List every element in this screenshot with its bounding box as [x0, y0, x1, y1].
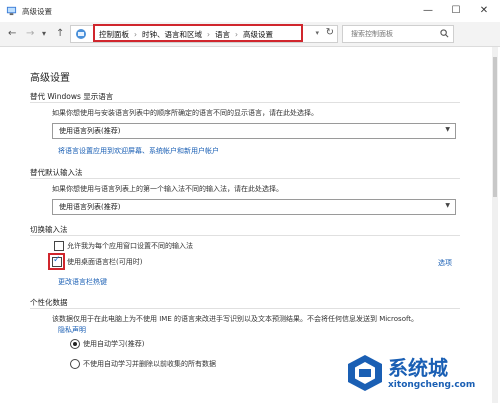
title-bar: 高级设置 — ☐ ✕ — [0, 0, 500, 23]
per-app-input-checkbox[interactable] — [54, 241, 64, 251]
up-button[interactable]: ↑ — [56, 26, 64, 42]
search-input[interactable] — [343, 27, 443, 41]
no-auto-learning-label[interactable]: 不使用自动学习并删除以前收集的所有数据 — [83, 359, 216, 369]
close-button[interactable]: ✕ — [470, 0, 498, 22]
section-heading-default-input: 替代默认输入法 — [30, 168, 83, 177]
checkmark-icon: ✓ — [53, 255, 61, 265]
breadcrumb: 控制面板 › 时钟、语言和区域 › 语言 › 高级设置 — [99, 29, 273, 40]
change-language-bar-hotkeys-link[interactable]: 更改语言栏热键 — [58, 277, 107, 287]
default-input-select-value: 使用语言列表(推荐) — [59, 203, 121, 211]
display-language-description: 如果你想使用与安装语言列表中的顺序所确定的语言不同的显示语言，请在此处选择。 — [52, 109, 318, 117]
maximize-button[interactable]: ☐ — [442, 0, 470, 22]
breadcrumb-separator: › — [207, 30, 210, 39]
search-icon[interactable] — [440, 29, 449, 38]
section-divider — [30, 235, 460, 236]
minimize-button[interactable]: — — [414, 0, 442, 22]
refresh-icon[interactable]: ↻ — [326, 27, 334, 38]
breadcrumb-item-control-panel[interactable]: 控制面板 — [99, 30, 129, 39]
language-bar-label[interactable]: 使用桌面语言栏(可用时) — [67, 257, 142, 267]
breadcrumb-separator: › — [134, 30, 137, 39]
search-box[interactable] — [342, 25, 454, 43]
personalization-description: 该数据仅用于在此电脑上为不使用 IME 的语言来改进手写识别以及文本预测结果。不… — [52, 315, 419, 323]
display-language-select[interactable]: 使用语言列表(推荐) ▼ — [52, 123, 456, 139]
section-heading-display-language: 替代 Windows 显示语言 — [30, 92, 114, 101]
privacy-statement-link[interactable]: 隐私声明 — [58, 325, 86, 335]
watermark-text: 系统城 — [388, 356, 448, 380]
chevron-down-icon: ▼ — [445, 126, 450, 133]
section-heading-switch-input: 切换输入法 — [30, 225, 68, 234]
no-auto-learning-radio[interactable] — [70, 359, 80, 369]
window-title: 高级设置 — [22, 7, 52, 16]
default-input-select[interactable]: 使用语言列表(推荐) ▼ — [52, 199, 456, 215]
recent-locations-dropdown[interactable]: ▾ — [42, 26, 46, 42]
per-app-input-label[interactable]: 允许我为每个应用窗口设置不同的输入法 — [67, 241, 193, 251]
auto-learning-label[interactable]: 使用自动学习(推荐) — [83, 339, 144, 349]
display-language-select-value: 使用语言列表(推荐) — [59, 127, 121, 135]
section-heading-personalization: 个性化数据 — [30, 298, 68, 307]
forward-button[interactable]: → — [26, 26, 34, 42]
page-title: 高级设置 — [30, 73, 70, 84]
back-button[interactable]: ← — [8, 26, 16, 42]
chevron-down-icon: ▼ — [445, 202, 450, 209]
section-divider — [30, 102, 460, 103]
apply-language-settings-link[interactable]: 将语言设置应用到欢迎屏幕、系统帐户和新用户帐户 — [58, 146, 219, 156]
language-bar-checkbox[interactable]: ✓ — [52, 255, 62, 267]
breadcrumb-separator: › — [235, 30, 238, 39]
radio-selected-dot — [73, 342, 77, 346]
watermark: 系统城 xitongcheng.com — [340, 350, 500, 403]
breadcrumb-item-advanced-settings[interactable]: 高级设置 — [243, 30, 273, 39]
watermark-logo-icon — [348, 355, 382, 391]
address-dropdown-icon[interactable]: ▾ — [315, 29, 319, 37]
watermark-url: xitongcheng.com — [388, 380, 476, 390]
address-box[interactable]: 控制面板 › 时钟、语言和区域 › 语言 › 高级设置 ▾ ↻ — [70, 24, 338, 43]
scrollbar-thumb[interactable] — [493, 57, 497, 197]
default-input-description: 如果你想使用与语言列表上的第一个输入法不同的输入法，请在此处选择。 — [52, 185, 283, 193]
address-bar: ← → ▾ ↑ 控制面板 › 时钟、语言和区域 › 语言 › 高级设置 ▾ ↻ — [0, 22, 500, 47]
control-panel-icon — [6, 6, 17, 16]
breadcrumb-item-language[interactable]: 语言 — [215, 30, 230, 39]
section-divider — [30, 178, 460, 179]
section-divider — [30, 308, 460, 309]
language-bar-options-link[interactable]: 选项 — [438, 258, 452, 268]
breadcrumb-item-clock-language-region[interactable]: 时钟、语言和区域 — [142, 30, 202, 39]
auto-learning-radio[interactable] — [70, 339, 80, 349]
control-panel-icon — [76, 29, 86, 39]
